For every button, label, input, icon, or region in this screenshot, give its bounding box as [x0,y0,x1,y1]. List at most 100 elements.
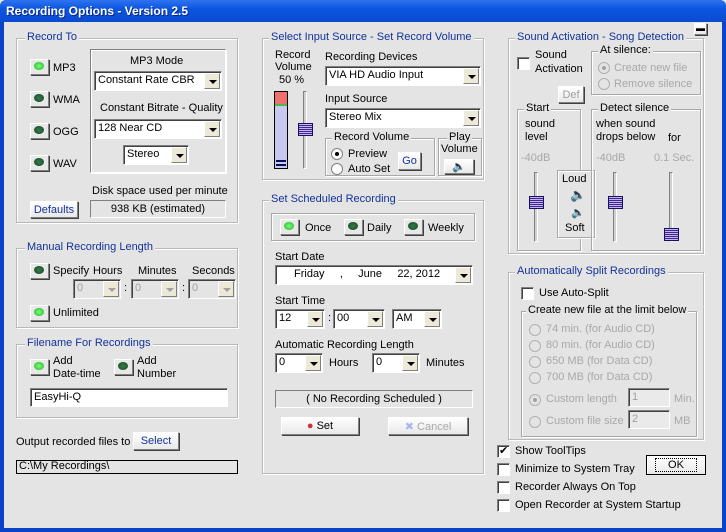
show-tooltips-checkbox[interactable] [497,444,510,458]
separator: : [124,282,128,294]
at-silence-label: At silence: [598,44,653,56]
device-select[interactable]: VIA HD Audio Input [325,66,481,86]
format-wav-button[interactable] [30,155,49,171]
minimize-icon[interactable]: ▬ [694,23,707,35]
unlimited-label: Unlimited [53,307,99,319]
split-74min-radio[interactable] [529,324,541,336]
separator: : [328,312,332,324]
create-new-file-radio[interactable] [598,62,610,74]
ampm-select[interactable]: AM [392,309,442,329]
autoset-radio[interactable] [331,163,343,175]
start-level-thumb[interactable] [529,196,544,209]
source-value: Stereo Mix [329,111,382,123]
custom-length-input[interactable]: 1 [628,388,670,407]
add-datetime-label-2: Date-time [53,368,101,380]
meter-floor [276,164,286,166]
chevron-down-icon [463,110,479,126]
mp3-mode-value: Constant Rate CBR [98,74,195,86]
seconds-select[interactable]: 0 [188,279,236,299]
format-wma-button[interactable] [30,91,49,107]
preview-radio[interactable] [331,148,343,160]
loud-label: Loud [562,173,587,185]
meter-floor [276,160,286,162]
filename-input[interactable]: EasyHi-Q [30,388,228,407]
source-select[interactable]: Stereo Mix [325,108,481,128]
add-datetime-label-1: Add [53,355,73,367]
detect-time-thumb[interactable] [664,228,679,241]
custom-size-radio[interactable] [529,416,541,428]
startup-checkbox[interactable] [497,499,510,512]
auto-hours-select[interactable]: 0 [275,353,323,373]
ok-button[interactable]: OK [646,455,706,475]
channels-select[interactable]: Stereo [123,145,189,165]
add-number-label-2: Number [137,368,177,380]
preview-label: Preview [348,148,388,160]
detect-level-thumb[interactable] [608,196,623,209]
sound-activation-checkbox[interactable] [517,57,530,70]
meter-level [275,104,287,106]
minutes-select[interactable]: 0 [131,279,179,299]
seconds-label: Seconds [192,265,235,277]
auto-minutes-select[interactable]: 0 [372,353,420,373]
split-80min-radio[interactable] [529,340,541,352]
use-auto-split-checkbox[interactable] [521,287,534,300]
unlimited-button[interactable] [30,305,49,321]
cancel-button[interactable]: ✖ Cancel [388,417,468,435]
defaults-button[interactable]: Defaults [30,201,78,218]
specify-button[interactable] [30,263,49,279]
select-output-button[interactable]: Select [133,432,179,450]
start-time-label: Start Time [275,295,326,307]
custom-length-radio[interactable] [529,394,541,406]
record-volume-label-2: Volume [275,61,312,73]
disk-space-value: 938 KB (estimated) [90,200,226,218]
add-datetime-button[interactable] [30,359,49,375]
record-volume-value: 50 % [279,74,305,86]
schedule-status: ( No Recording Scheduled ) [275,390,473,408]
custom-size-input[interactable]: 2 [628,410,670,429]
use-auto-split-label: Use Auto-Split [539,287,609,299]
auto-minutes-label: Minutes [426,357,465,369]
split-700mb-radio[interactable] [529,372,541,384]
start-date-picker[interactable]: Friday , June 22, 2012 [275,265,473,285]
custom-size-label: Custom file size [546,415,624,427]
chevron-down-icon [204,73,220,89]
go-button[interactable]: Go [398,152,421,170]
set-button[interactable]: ● Set [281,417,359,435]
hour-value: 12 [279,312,292,324]
once-button[interactable] [280,219,299,235]
output-path: C:\My Recordings\ [16,460,238,474]
window: Recording Options - Version 2.5 ▬ Record… [0,0,726,532]
format-ogg-button[interactable] [30,123,49,139]
format-mp3-button[interactable] [30,59,49,75]
daily-button[interactable] [344,219,363,235]
minimize-tray-label: Minimize to System Tray [515,463,635,475]
create-new-file-label: Create new file [614,62,688,74]
hours-select[interactable]: 0 [73,279,121,299]
always-on-top-checkbox[interactable] [497,481,510,494]
play-volume-button[interactable]: 🔈 [444,159,474,174]
seconds-value: 0 [192,282,199,294]
split-80min-label: 80 min. (for Audio CD) [546,339,655,351]
schedule-label: Set Scheduled Recording [269,193,398,205]
hour-select[interactable]: 12 [275,309,325,329]
output-label: Output recorded files to [16,436,131,448]
detect-label-1: when sound [596,118,656,130]
autoset-label: Auto Set [348,163,391,175]
remove-silence-radio[interactable] [598,78,610,90]
auto-hours-value: 0 [279,356,286,368]
add-number-button[interactable] [114,359,133,375]
weekly-button[interactable] [404,219,423,235]
def-button[interactable]: Def [558,86,584,103]
quality-select[interactable]: 128 Near CD [94,119,222,139]
record-volume-thumb[interactable] [298,123,313,136]
minimize-tray-checkbox[interactable] [497,463,510,476]
chevron-down-icon [455,267,471,283]
minute-select[interactable]: 00 [333,309,385,329]
mp3-mode-label: MP3 Mode [130,55,184,67]
split-650mb-radio[interactable] [529,356,541,368]
mp3-mode-select[interactable]: Constant Rate CBR [94,71,222,91]
input-source-label: Select Input Source - Set Record Volume [269,31,474,43]
chevron-down-icon [367,311,383,327]
add-number-label-1: Add [137,355,157,367]
split-74min-label: 74 min. (for Audio CD) [546,323,655,335]
